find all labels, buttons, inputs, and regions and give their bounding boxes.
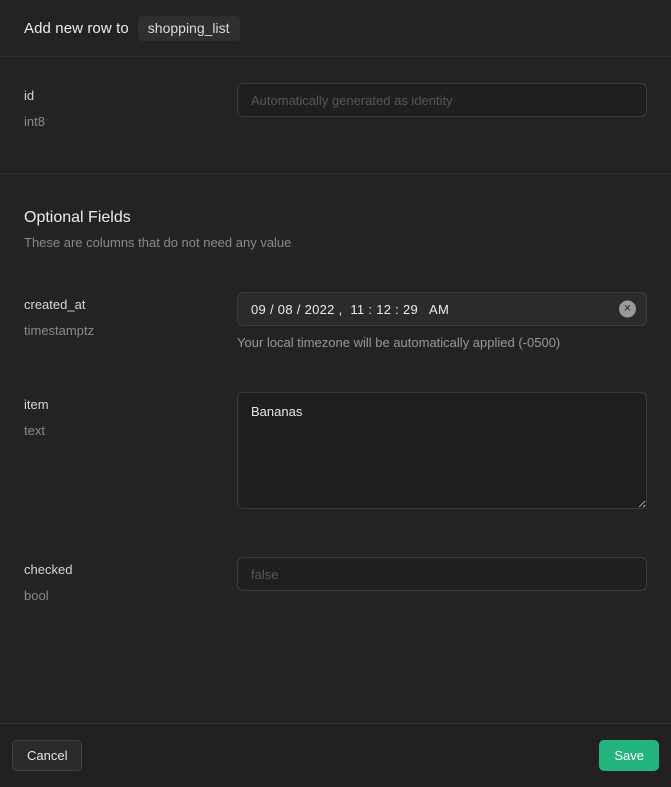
circle-x-icon[interactable]: ✕	[619, 301, 636, 318]
field-labels-id: id int8	[24, 83, 237, 129]
field-input-wrap-item: Bananas	[237, 392, 647, 514]
field-input-wrap-checked	[237, 557, 647, 591]
field-labels-item: item text	[24, 392, 237, 438]
panel-header: Add new row to shopping_list	[0, 0, 671, 57]
field-labels-checked: checked bool	[24, 557, 237, 603]
field-name-id: id	[24, 88, 237, 103]
field-type-checked: bool	[24, 588, 237, 603]
checked-input[interactable]	[237, 557, 647, 591]
field-name-item: item	[24, 397, 237, 412]
field-row-checked: checked bool	[24, 557, 647, 603]
field-name-created-at: created_at	[24, 297, 237, 312]
add-row-panel: Add new row to shopping_list id int8 Opt…	[0, 0, 671, 787]
panel-title: Add new row to	[24, 20, 129, 37]
optional-fields-title: Optional Fields	[24, 209, 647, 227]
field-row-item: item text Bananas	[24, 392, 647, 514]
timezone-note: Your local timezone will be automaticall…	[237, 335, 647, 350]
field-type-item: text	[24, 423, 237, 438]
item-textarea[interactable]: Bananas	[237, 392, 647, 509]
field-input-wrap-id	[237, 83, 647, 117]
required-fields-section: id int8	[0, 57, 671, 174]
field-row-id: id int8	[24, 83, 647, 129]
panel-footer: Cancel Save	[0, 723, 671, 787]
field-name-checked: checked	[24, 562, 237, 577]
datetime-input-wrap: ✕	[237, 292, 647, 326]
created-at-datetime-input[interactable]	[237, 292, 647, 326]
field-labels-created-at: created_at timestamptz	[24, 292, 237, 338]
field-input-wrap-created-at: ✕ Your local timezone will be automatica…	[237, 292, 647, 350]
field-row-created-at: created_at timestamptz ✕ Your local time…	[24, 292, 647, 350]
table-name-badge: shopping_list	[138, 16, 240, 41]
field-type-id: int8	[24, 114, 237, 129]
optional-fields-subtitle: These are columns that do not need any v…	[24, 235, 647, 250]
field-type-created-at: timestamptz	[24, 323, 237, 338]
id-input[interactable]	[237, 83, 647, 117]
cancel-button[interactable]: Cancel	[12, 740, 82, 771]
save-button[interactable]: Save	[599, 740, 659, 771]
optional-fields-section: Optional Fields These are columns that d…	[0, 174, 671, 723]
